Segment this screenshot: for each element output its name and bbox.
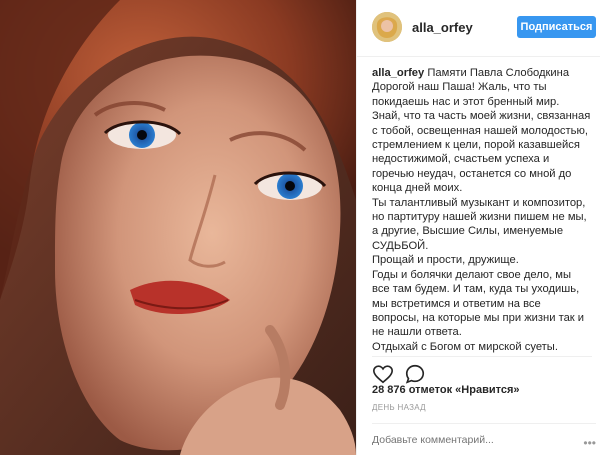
follow-button[interactable]: Подписаться (517, 16, 596, 38)
caption-line: стремлением к цели, порой казавшейся (372, 139, 580, 152)
caption-line: Дорогой наш Паша! Жаль, что ты (372, 81, 547, 94)
likes-count[interactable]: 28 876 отметок «Нравится» (372, 384, 520, 396)
post-caption: alla_orfey Памяти Павла Слободкина Дорог… (372, 66, 592, 354)
post-actions (372, 356, 592, 384)
portrait-photo (0, 0, 356, 455)
caption-line: Знай, что та часть моей жизни, связанная (372, 110, 591, 123)
caption-line: покидаешь нас и этот бренный мир. (372, 95, 560, 108)
caption-line: мы встретимся и ответим на все (372, 297, 541, 310)
caption-line: Ты талантливый музыкант и композитор, (372, 196, 586, 209)
more-options-icon[interactable]: ••• (583, 436, 596, 450)
header-username[interactable]: alla_orfey (412, 20, 473, 35)
comment-input[interactable] (372, 430, 572, 450)
caption-line: вопросы, на которые мы при жизни так и (372, 311, 585, 324)
caption-line: Памяти Павла Слободкина (427, 67, 570, 79)
comment-area: ••• (372, 423, 596, 456)
avatar[interactable] (372, 12, 402, 42)
caption-line: горечью неудач, останется со мной до (372, 167, 572, 180)
post-timestamp: ДЕНЬ НАЗАД (372, 403, 426, 412)
caption-line: все там будем. И там, куда ты уходишь, (372, 283, 580, 296)
caption-line: но партитуру нашей жизни пишем не мы, (372, 211, 587, 224)
post-photo[interactable] (0, 0, 356, 455)
caption-line: Прощай и прости, дружище. (372, 254, 519, 267)
caption-line: Годы и болячки делают свое дело, мы (372, 268, 572, 281)
post-header: alla_orfey Подписаться (357, 0, 600, 57)
post-details-panel: alla_orfey Подписаться alla_orfey Памяти… (356, 0, 600, 455)
caption-username[interactable]: alla_orfey (372, 67, 424, 79)
avatar-image (372, 12, 402, 42)
comment-icon[interactable] (404, 363, 426, 385)
caption-line: конца дней моих. (372, 182, 463, 195)
caption-line: не нашли ответа. (372, 326, 462, 339)
caption-first-line: alla_orfey Памяти Павла Слободкина (372, 66, 592, 80)
caption-line: СУДЬБОЙ. (372, 239, 429, 252)
caption-line: с тобой, освещенная нашей молодостью, (372, 124, 588, 137)
heart-icon[interactable] (372, 363, 394, 385)
caption-line: недостижимой, счастьем успеха и (372, 153, 550, 166)
caption-line: Отдыхай с Богом от мирской суеты. (372, 340, 558, 353)
caption-line: а другие, Высшие Силы, именуемые (372, 225, 564, 238)
